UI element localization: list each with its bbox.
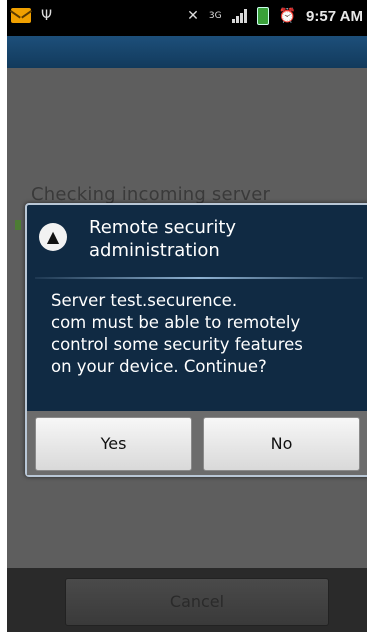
title-bar bbox=[7, 36, 367, 68]
dialog-divider bbox=[35, 277, 363, 279]
phone-screen: Ψ ✕ 3G ⏰ 9:57 AM Checking incoming serve… bbox=[7, 0, 367, 632]
network-3g-icon: 3G bbox=[208, 10, 222, 21]
bottom-bar: Cancel bbox=[7, 568, 367, 632]
status-bar: Ψ ✕ 3G ⏰ 9:57 AM bbox=[7, 0, 367, 36]
mute-icon: ✕ bbox=[187, 8, 199, 24]
battery-icon bbox=[256, 7, 269, 25]
dialog-button-bar: Yes No bbox=[27, 411, 367, 475]
remote-security-dialog: ▲ Remote security administration Server … bbox=[25, 203, 367, 477]
dialog-header: ▲ Remote security administration bbox=[27, 205, 367, 275]
signal-icon bbox=[231, 9, 247, 23]
status-time: 9:57 AM bbox=[306, 7, 363, 25]
no-button[interactable]: No bbox=[203, 417, 360, 471]
cancel-button[interactable]: Cancel bbox=[65, 578, 329, 626]
alarm-icon: ⏰ bbox=[278, 8, 297, 24]
warning-icon: ▲ bbox=[39, 223, 67, 251]
usb-icon: Ψ bbox=[41, 7, 53, 24]
progress-edge-left bbox=[15, 220, 21, 230]
mail-icon bbox=[11, 8, 31, 23]
dialog-message: Server test.securence. com must be able … bbox=[51, 291, 303, 376]
yes-button[interactable]: Yes bbox=[35, 417, 192, 471]
dialog-title: Remote security administration bbox=[89, 217, 237, 261]
